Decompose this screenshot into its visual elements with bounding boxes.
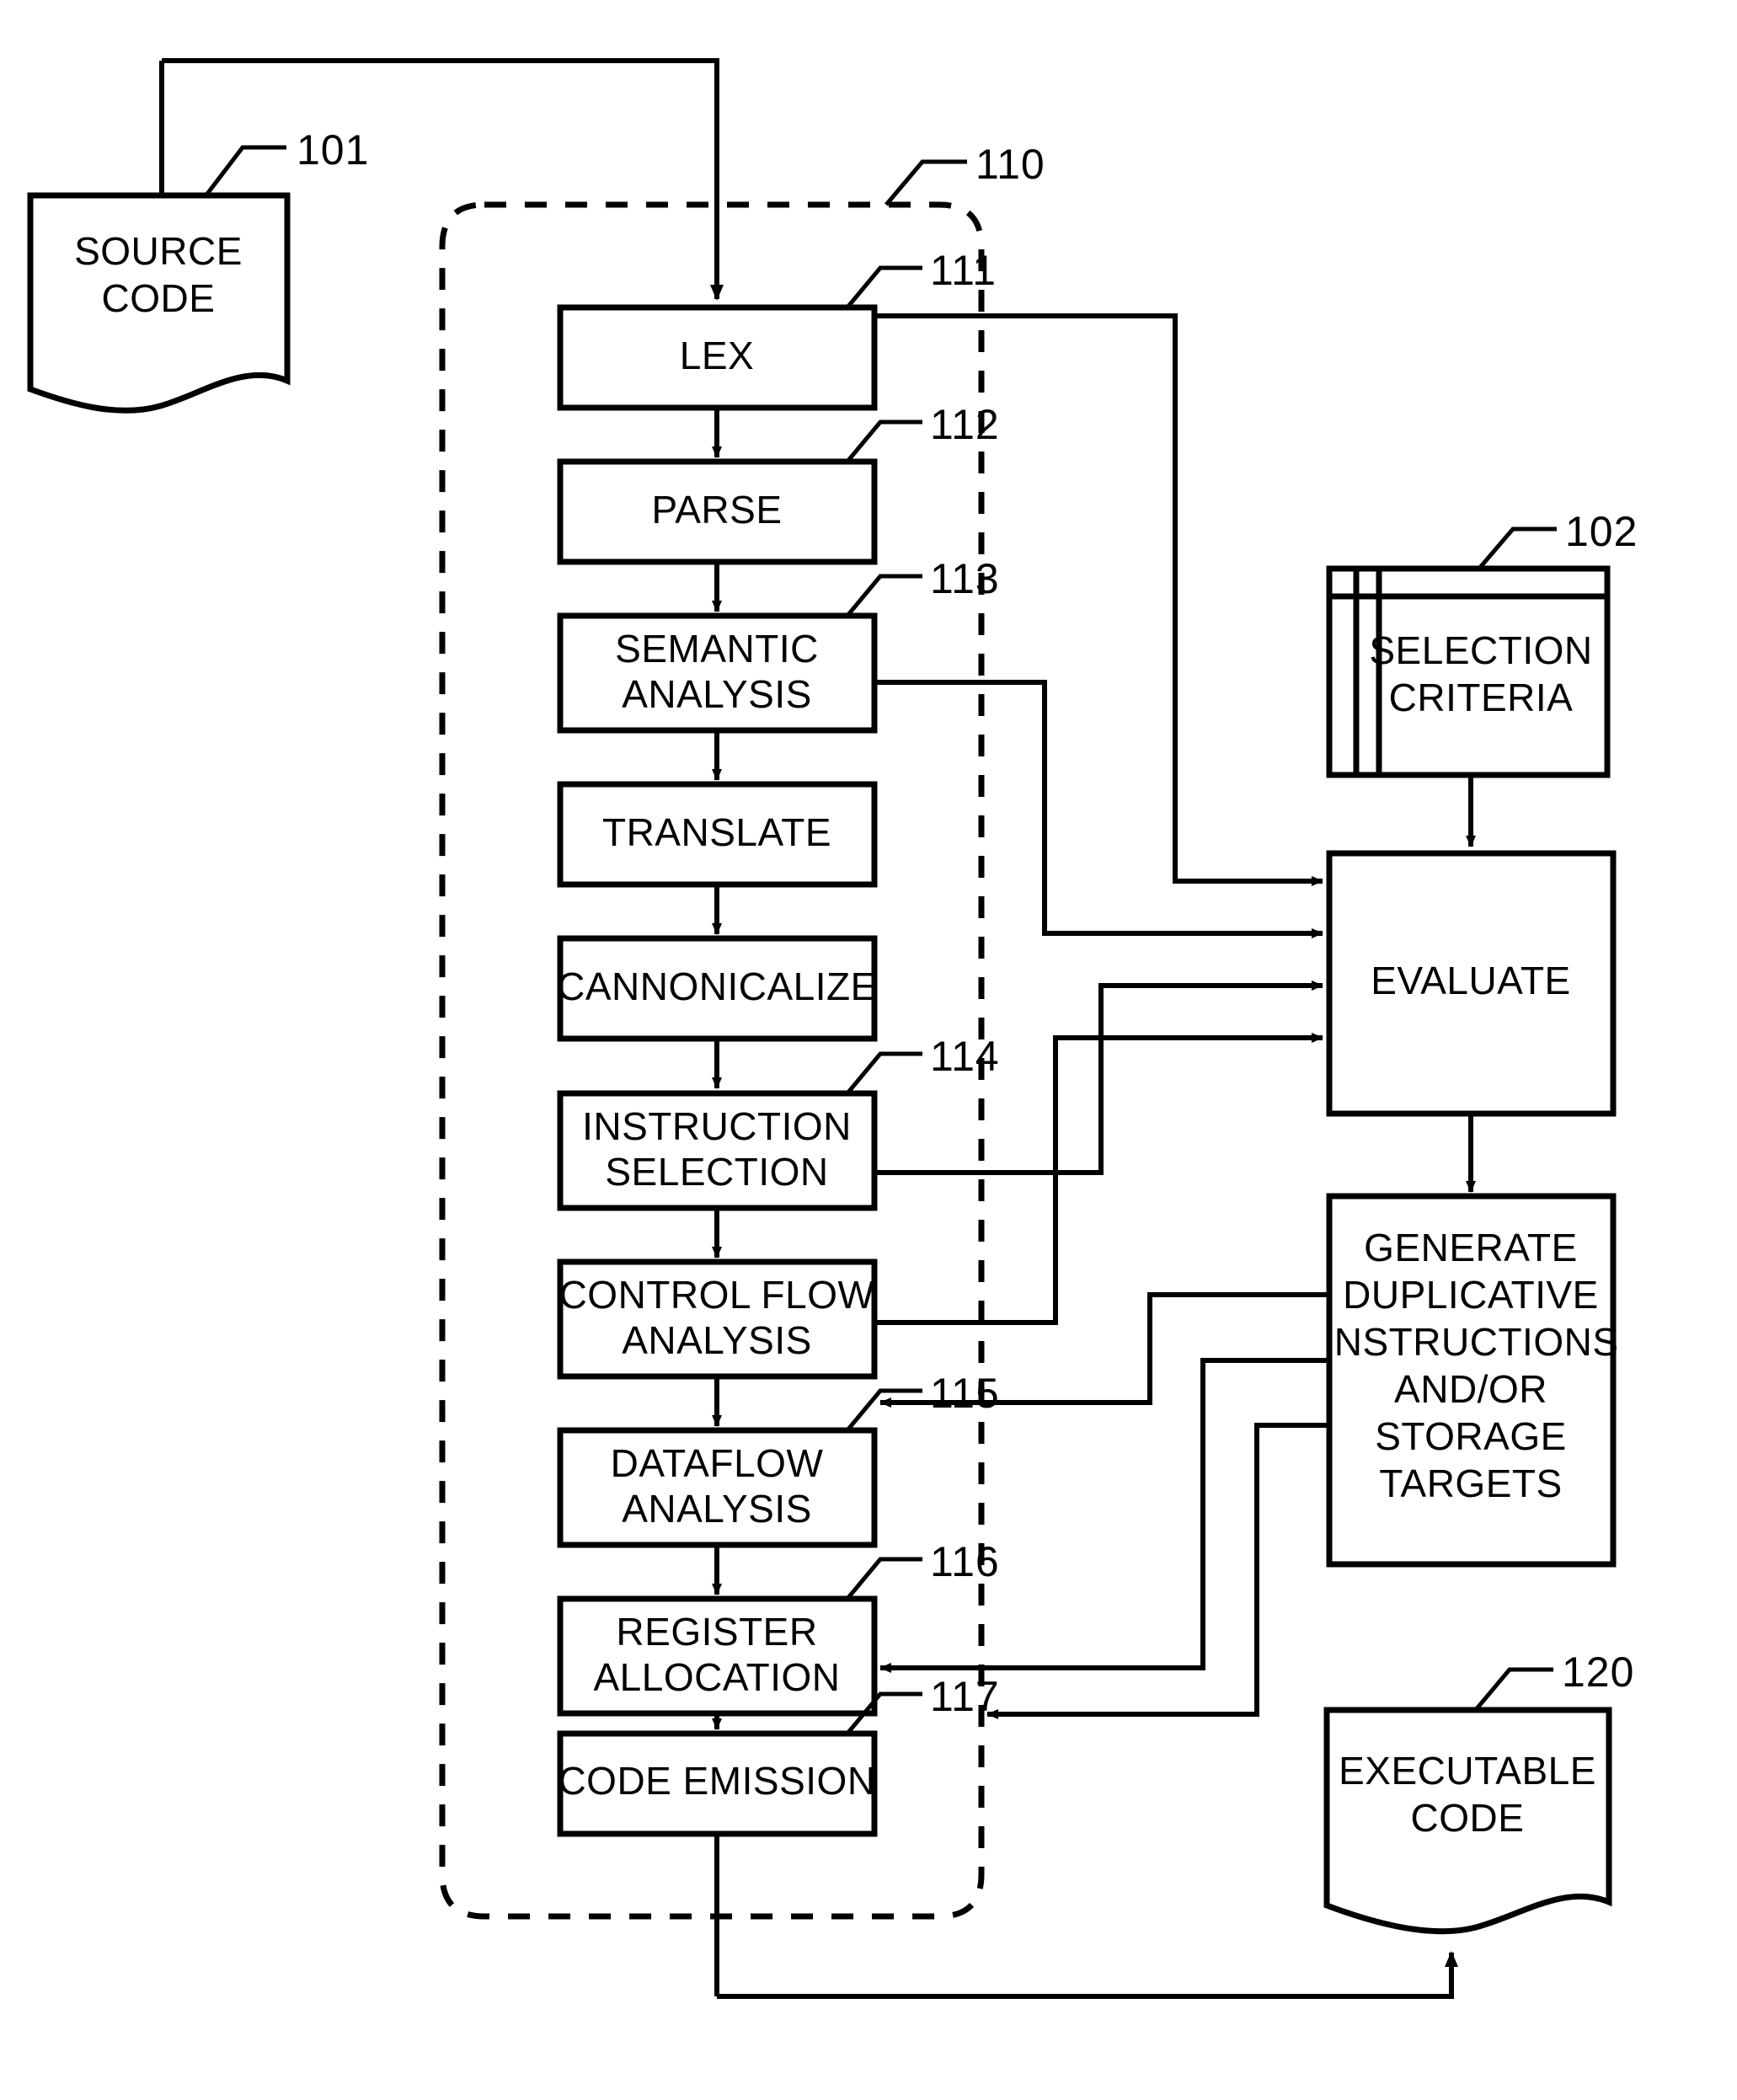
generate-label-line6: TARGETS xyxy=(1379,1461,1562,1505)
selection-criteria-label-line2: CRITERIA xyxy=(1389,676,1574,719)
selection-criteria-label-line1: SELECTION xyxy=(1369,628,1592,672)
ref-120: 120 xyxy=(1472,1648,1634,1713)
ref-116-text: 116 xyxy=(930,1538,1000,1585)
ref-101-text: 101 xyxy=(297,126,369,174)
ref-114-text: 114 xyxy=(930,1033,1000,1080)
ref-113-text: 113 xyxy=(930,555,1000,602)
ref-120-text: 120 xyxy=(1562,1648,1634,1696)
connector-semantic-to-evaluate xyxy=(874,680,1323,938)
stage-semantic-label-line2: ANALYSIS xyxy=(622,672,812,716)
generate-label-line5: STORAGE xyxy=(1375,1414,1567,1458)
stage-parse: PARSE xyxy=(557,458,878,565)
ref-110-text: 110 xyxy=(975,141,1045,188)
ref-111: 111 xyxy=(845,247,997,310)
ref-102: 102 xyxy=(1477,508,1638,571)
source-code-document: SOURCE CODE xyxy=(27,192,291,414)
stage-codeemission-label: CODE EMISSION xyxy=(558,1759,875,1803)
stage-lex: LEX xyxy=(557,304,878,411)
stage-translate: TRANSLATE xyxy=(557,781,878,888)
figure-canvas: SOURCE CODE 101 LEX 111 PARSE 112 SEMANT… xyxy=(0,0,1737,2100)
connector-executable-to-source xyxy=(717,1951,1458,1999)
stage-lex-label: LEX xyxy=(680,334,754,377)
stage-cannonicalize: CANNONICALIZE xyxy=(557,935,878,1042)
generate-label-line4: AND/OR xyxy=(1394,1367,1547,1411)
stage-control-flow-analysis: CONTROL FLOW ANALYSIS xyxy=(557,1258,878,1380)
stage-dataflow-label-line2: ANALYSIS xyxy=(622,1487,812,1531)
ref-101: 101 xyxy=(203,126,369,199)
stage-dataflow-analysis: DATAFLOW ANALYSIS xyxy=(557,1427,878,1548)
generate-label-line1: GENERATE xyxy=(1364,1226,1578,1269)
stage-semantic-label-line1: SEMANTIC xyxy=(615,627,819,671)
generate-label-line3: INSTRUCTIONS xyxy=(1323,1320,1619,1364)
selection-criteria-block: SELECTION CRITERIA xyxy=(1326,565,1611,778)
connector-generate-to-group-boundary xyxy=(986,1423,1329,1719)
executable-code-label-line2: CODE xyxy=(1411,1796,1525,1840)
stage-cannonicalize-label: CANNONICALIZE xyxy=(557,965,877,1008)
ref-117-text: 117 xyxy=(930,1673,1000,1720)
ref-112-text: 112 xyxy=(930,401,1000,448)
source-code-label-line2: CODE xyxy=(102,276,216,320)
generate-duplicative-block: GENERATE DUPLICATIVE INSTRUCTIONS AND/OR… xyxy=(1323,1193,1619,1568)
stage-semantic-analysis: SEMANTIC ANALYSIS xyxy=(557,612,878,734)
stage-ctrlflow-label-line2: ANALYSIS xyxy=(622,1318,812,1362)
executable-code-label-line1: EXECUTABLE xyxy=(1339,1749,1596,1793)
evaluate-block: EVALUATE xyxy=(1326,850,1617,1117)
stage-code-emission: CODE EMISSION xyxy=(557,1730,878,1837)
ref-110: 110 xyxy=(885,141,1045,206)
stage-instruction-selection: INSTRUCTION SELECTION xyxy=(557,1090,878,1211)
generate-label-line2: DUPLICATIVE xyxy=(1343,1273,1599,1317)
stage-parse-label: PARSE xyxy=(651,488,782,532)
evaluate-label: EVALUATE xyxy=(1371,959,1570,1002)
stage-register-allocation: REGISTER ALLOCATION xyxy=(557,1595,878,1717)
ref-102-text: 102 xyxy=(1565,508,1638,555)
source-code-label-line1: SOURCE xyxy=(74,229,243,273)
flowchart-svg: SOURCE CODE 101 LEX 111 PARSE 112 SEMANT… xyxy=(27,58,1638,1999)
executable-code-document: EXECUTABLE CODE xyxy=(1323,1707,1612,1935)
ref-114: 114 xyxy=(845,1033,1000,1096)
stage-instrsel-label-line2: SELECTION xyxy=(605,1150,828,1194)
stage-regalloc-label-line1: REGISTER xyxy=(616,1610,817,1654)
stage-ctrlflow-label-line1: CONTROL FLOW xyxy=(559,1273,875,1317)
ref-111-text: 111 xyxy=(930,247,997,294)
stage-instrsel-label-line1: INSTRUCTION xyxy=(582,1104,852,1148)
ref-115-text: 115 xyxy=(930,1370,1000,1417)
stage-regalloc-label-line2: ALLOCATION xyxy=(594,1655,841,1699)
stage-translate-label: TRANSLATE xyxy=(602,810,831,854)
stage-dataflow-label-line1: DATAFLOW xyxy=(611,1441,824,1485)
